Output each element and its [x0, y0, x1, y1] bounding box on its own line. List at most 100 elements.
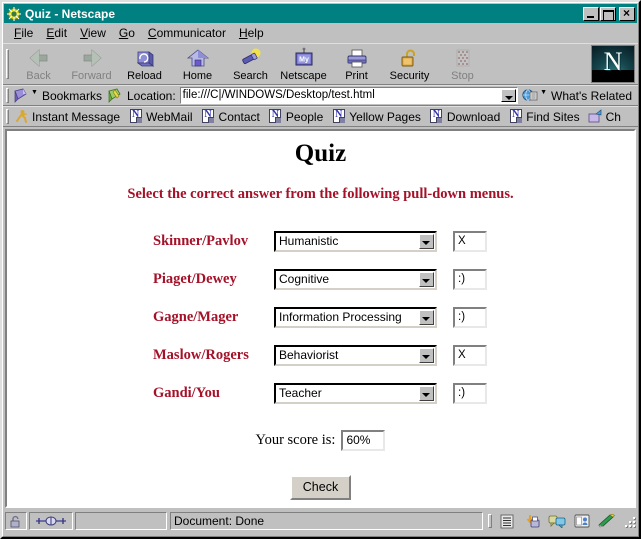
reload-button[interactable]: Reload: [118, 44, 171, 84]
personal-item-label: Contact: [218, 109, 260, 124]
personal-item-label: Instant Message: [32, 109, 121, 124]
whats-related-globe-icon[interactable]: [521, 87, 539, 104]
score-label: Your score is:: [255, 432, 336, 448]
personal-item-label: Download: [446, 109, 501, 124]
network-connection-icon[interactable]: [29, 512, 73, 530]
quiz-row-label: Gandi/You: [153, 384, 220, 401]
minimize-button[interactable]: [583, 6, 599, 21]
url-input[interactable]: file:///C|/WINDOWS/Desktop/test.html: [181, 88, 501, 103]
personal-toolbar-grip[interactable]: [3, 107, 12, 126]
reload-icon: [133, 47, 157, 70]
quiz-row: Gagne/Mager Information Processing :): [7, 298, 634, 336]
stop-button-label: Stop: [451, 69, 474, 82]
location-toolbar: ▼ Bookmarks Location: file:///C|/WINDOWS…: [3, 85, 638, 106]
toolbar-grip[interactable]: [3, 44, 12, 84]
page-proxy-icon[interactable]: [106, 87, 124, 104]
quiz-row-label: Gagne/Mager: [153, 308, 239, 325]
personal-item-webmail[interactable]: WebMail: [126, 109, 198, 124]
status-bar: Document: Done: [3, 510, 638, 532]
score-field: 60%: [341, 430, 386, 451]
whats-related-label[interactable]: What's Related: [551, 89, 632, 103]
print-button[interactable]: Print: [330, 44, 383, 84]
component-bar: [485, 512, 619, 530]
stop-icon: [451, 47, 475, 70]
newsgroups-icon[interactable]: [544, 512, 569, 530]
forward-button[interactable]: Forward: [65, 44, 118, 84]
quiz-select-piaget-dewey[interactable]: Cognitive: [274, 268, 437, 290]
menu-edit[interactable]: Edit: [40, 24, 74, 42]
quiz-result-field: :): [453, 306, 487, 328]
window-title: Quiz - Netscape: [25, 6, 116, 21]
maximize-button[interactable]: [600, 6, 616, 21]
svg-text:My: My: [299, 56, 309, 63]
quiz-result-field: X: [453, 344, 487, 366]
url-history-dropdown-button[interactable]: [501, 89, 517, 102]
security-button[interactable]: Security: [383, 44, 436, 84]
personal-item-label: WebMail: [146, 109, 193, 124]
menu-file[interactable]: File: [8, 24, 40, 42]
reload-button-label: Reload: [127, 69, 162, 82]
chevron-down-icon[interactable]: [419, 233, 434, 249]
title-bar: Quiz - Netscape: [4, 4, 637, 23]
chevron-down-icon[interactable]: [419, 347, 434, 363]
url-field-wrapper[interactable]: file:///C|/WINDOWS/Desktop/test.html: [179, 87, 519, 104]
component-bar-grip[interactable]: [485, 512, 494, 530]
security-padlock-open-icon[interactable]: [5, 512, 27, 530]
chevron-down-icon[interactable]: [419, 385, 434, 401]
netscape-button-label: Netscape: [280, 69, 327, 82]
menu-go[interactable]: Go: [113, 24, 142, 42]
search-button[interactable]: Search: [224, 44, 277, 84]
quiz-select-gandi-you[interactable]: Teacher: [274, 382, 437, 404]
search-button-label: Search: [233, 69, 268, 82]
page-content: Quiz Select the correct answer from the …: [5, 129, 636, 508]
address-book-icon[interactable]: [569, 512, 594, 530]
back-button-label: Back: [26, 69, 51, 82]
location-toolbar-grip[interactable]: [3, 86, 12, 105]
home-button[interactable]: Home: [171, 44, 224, 84]
bookmarks-dropdown-marker[interactable]: ▼: [31, 89, 38, 96]
personal-item-instant-message[interactable]: Instant Message: [12, 109, 126, 124]
close-button[interactable]: [619, 6, 635, 21]
composer-icon[interactable]: [594, 512, 619, 530]
bookmarks-label[interactable]: Bookmarks: [42, 89, 102, 103]
menu-view[interactable]: View: [74, 24, 113, 42]
personal-item-channels[interactable]: Ch: [586, 109, 627, 124]
personal-item-download[interactable]: Download: [427, 109, 506, 124]
mailbox-icon[interactable]: [519, 512, 544, 530]
quiz-select-maslow-rogers[interactable]: Behaviorist: [274, 344, 437, 366]
menu-help[interactable]: Help: [233, 24, 271, 42]
personal-item-yellow-pages[interactable]: Yellow Pages: [329, 109, 427, 124]
whats-related-dropdown-marker[interactable]: ▼: [540, 89, 547, 96]
security-button-label: Security: [389, 69, 430, 82]
location-label: Location:: [126, 88, 176, 103]
chevron-down-icon[interactable]: [419, 309, 434, 325]
home-icon: [186, 47, 210, 70]
quiz-select-skinner-pavlov[interactable]: Humanistic: [274, 230, 437, 252]
page-icon: [429, 109, 444, 124]
back-button[interactable]: Back: [12, 44, 65, 84]
channels-icon: [588, 109, 603, 124]
content-area-frame: Quiz Select the correct answer from the …: [3, 127, 638, 510]
personal-item-people[interactable]: People: [266, 109, 329, 124]
menu-communicator[interactable]: Communicator: [142, 24, 233, 42]
page-title: Quiz: [294, 140, 347, 167]
page-icon: [268, 109, 283, 124]
check-button-wrapper: Check: [7, 475, 634, 500]
netscape-logo-button[interactable]: N: [591, 45, 635, 83]
browser-window: Quiz - Netscape File Edit View Go Commun…: [0, 0, 641, 539]
chevron-down-icon[interactable]: [419, 271, 434, 287]
personal-item-contact[interactable]: Contact: [199, 109, 266, 124]
resize-grip[interactable]: [622, 514, 636, 528]
score-row: Your score is: 60%: [7, 430, 634, 451]
netscape-button[interactable]: My Netscape: [277, 44, 330, 84]
quiz-select-value: Cognitive: [279, 271, 330, 286]
check-button[interactable]: Check: [289, 475, 352, 500]
quiz-select-value: Humanistic: [279, 233, 339, 248]
page-instruction: Select the correct answer from the follo…: [127, 186, 514, 202]
stop-button[interactable]: Stop: [436, 44, 489, 84]
quiz-select-gagne-mager[interactable]: Information Processing: [274, 306, 437, 328]
quiz-result-field: X: [453, 230, 487, 252]
personal-item-find-sites[interactable]: Find Sites: [506, 109, 585, 124]
navigator-icon[interactable]: [494, 512, 519, 530]
bookmark-icon[interactable]: [12, 87, 30, 104]
